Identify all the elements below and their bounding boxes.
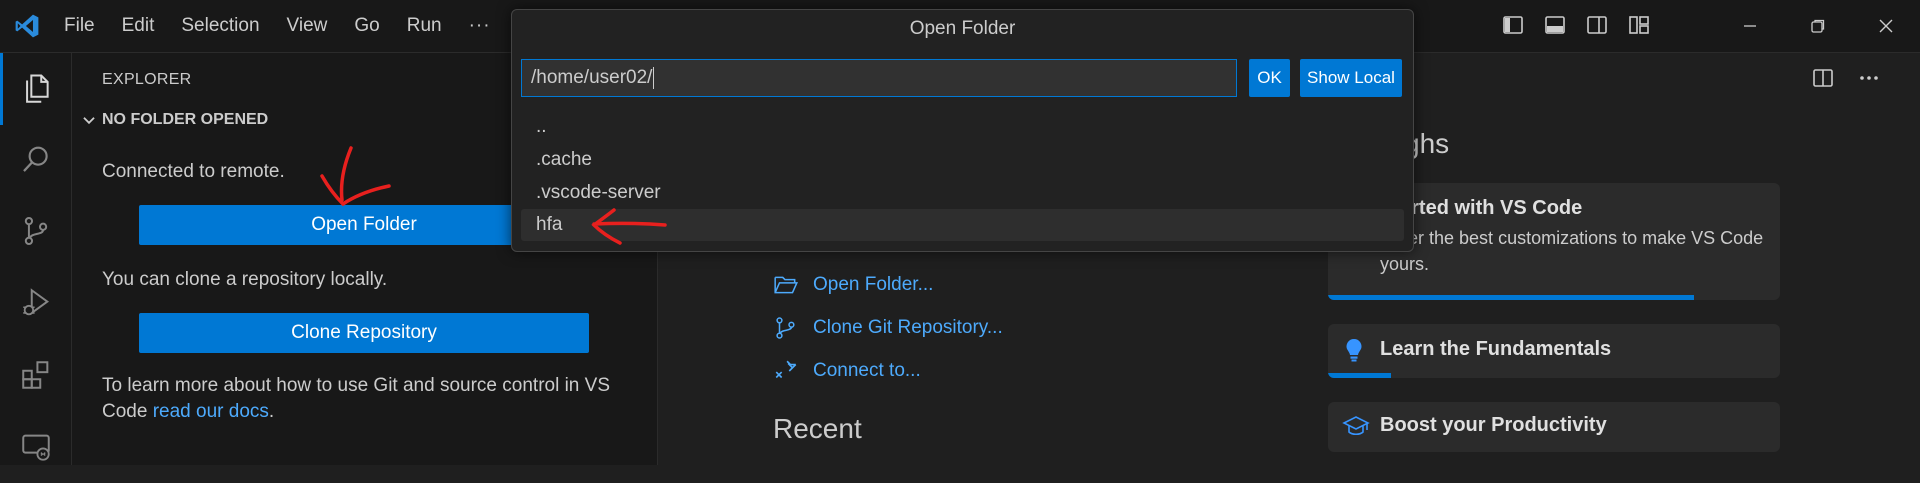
close-icon — [1879, 19, 1893, 33]
folder-open-icon — [774, 276, 799, 293]
minimize-button[interactable] — [1716, 0, 1784, 52]
start-connect-to-label: Connect to... — [813, 359, 921, 381]
section-label: NO FOLDER OPENED — [102, 111, 269, 128]
activity-source-control[interactable] — [0, 195, 71, 267]
no-folder-section-header[interactable]: NO FOLDER OPENED — [80, 111, 268, 129]
start-connect-to[interactable]: Connect to... — [773, 349, 1003, 392]
minimize-icon — [1744, 25, 1756, 27]
menu-more[interactable]: ··· — [469, 15, 491, 37]
card-progress-bar — [1328, 295, 1695, 300]
menu-file[interactable]: File — [64, 15, 95, 37]
read-docs-link[interactable]: read our docs — [153, 401, 269, 422]
restore-icon — [1811, 19, 1825, 33]
folder-list-item[interactable]: .. — [521, 111, 1404, 143]
editor-actions — [1812, 67, 1880, 89]
connected-text: Connected to remote. — [102, 161, 285, 182]
extensions-icon — [21, 361, 48, 389]
activity-search[interactable] — [0, 123, 71, 195]
card-title: Boost your Productivity — [1380, 414, 1607, 436]
toggle-panel-icon[interactable] — [1544, 14, 1566, 36]
customize-layout-icon[interactable] — [1628, 14, 1650, 36]
vscode-logo-icon — [15, 14, 39, 38]
activity-run-debug[interactable] — [0, 267, 71, 339]
explorer-icon — [26, 74, 49, 103]
activity-extensions[interactable] — [0, 339, 71, 411]
learn-text-end: . — [268, 401, 275, 422]
chevron-down-icon — [83, 117, 95, 125]
folder-list-item[interactable]: .cache — [521, 144, 1404, 176]
folder-path-input[interactable]: /home/user02/ — [521, 59, 1237, 97]
learn-text: To learn more about how to use Git and s… — [102, 373, 632, 425]
menu-run[interactable]: Run — [407, 15, 442, 37]
lightbulb-icon — [1346, 339, 1362, 362]
walkthrough-card-fundamentals[interactable]: Learn the Fundamentals — [1328, 324, 1780, 378]
menu-edit[interactable]: Edit — [122, 15, 155, 37]
search-icon — [22, 146, 48, 172]
restore-button[interactable] — [1784, 0, 1852, 52]
clone-repository-button[interactable]: Clone Repository — [139, 313, 589, 353]
start-clone-git-label: Clone Git Repository... — [813, 316, 1003, 338]
text-cursor — [653, 67, 655, 89]
git-branch-icon — [776, 316, 795, 339]
layout-controls — [1502, 14, 1650, 36]
start-list: Open Folder... Clone Git Repository... C… — [773, 263, 1003, 392]
more-actions-icon[interactable] — [1858, 67, 1880, 89]
menu-go[interactable]: Go — [354, 15, 379, 37]
recent-heading: Recent — [773, 413, 862, 444]
menu-view[interactable]: View — [287, 15, 328, 37]
menu-selection[interactable]: Selection — [181, 15, 259, 37]
folder-path-value: /home/user02/ — [531, 67, 653, 88]
activity-bar — [0, 53, 72, 465]
show-local-button[interactable]: Show Local — [1300, 59, 1402, 97]
activity-explorer[interactable] — [0, 53, 71, 125]
dialog-title: Open Folder — [909, 18, 1016, 39]
start-open-folder[interactable]: Open Folder... — [773, 263, 1003, 306]
sidebar-title: EXPLORER — [102, 71, 192, 88]
menu-bar: File Edit Selection View Go Run ··· — [64, 0, 518, 52]
open-folder-dialog: Open Folder /home/user02/ OK Show Local … — [511, 9, 1414, 252]
start-open-folder-label: Open Folder... — [813, 273, 934, 295]
close-window-button[interactable] — [1852, 0, 1920, 52]
card-progress-bar — [1328, 373, 1392, 378]
window-controls — [1716, 0, 1920, 52]
toggle-primary-sidebar-icon[interactable] — [1502, 14, 1524, 36]
folder-list-item-selected[interactable]: hfa — [521, 209, 1404, 241]
run-debug-icon — [22, 288, 49, 316]
mortarboard-icon — [1342, 416, 1370, 436]
source-control-icon — [24, 216, 47, 246]
walkthrough-card-productivity[interactable]: Boost your Productivity — [1328, 402, 1780, 452]
start-clone-git[interactable]: Clone Git Repository... — [773, 306, 1003, 349]
remote-connect-icon — [775, 360, 797, 378]
clone-text: You can clone a repository locally. — [102, 269, 388, 290]
toggle-secondary-sidebar-icon[interactable] — [1586, 14, 1608, 36]
folder-list-item[interactable]: .vscode-server — [521, 177, 1404, 209]
card-title: Learn the Fundamentals — [1380, 338, 1612, 360]
ok-button[interactable]: OK — [1249, 59, 1290, 97]
remote-explorer-icon — [21, 434, 50, 461]
card-description: cover the best customizations to make VS… — [1380, 228, 1764, 274]
activity-remote-explorer[interactable] — [0, 411, 71, 483]
split-editor-icon[interactable] — [1812, 67, 1834, 89]
